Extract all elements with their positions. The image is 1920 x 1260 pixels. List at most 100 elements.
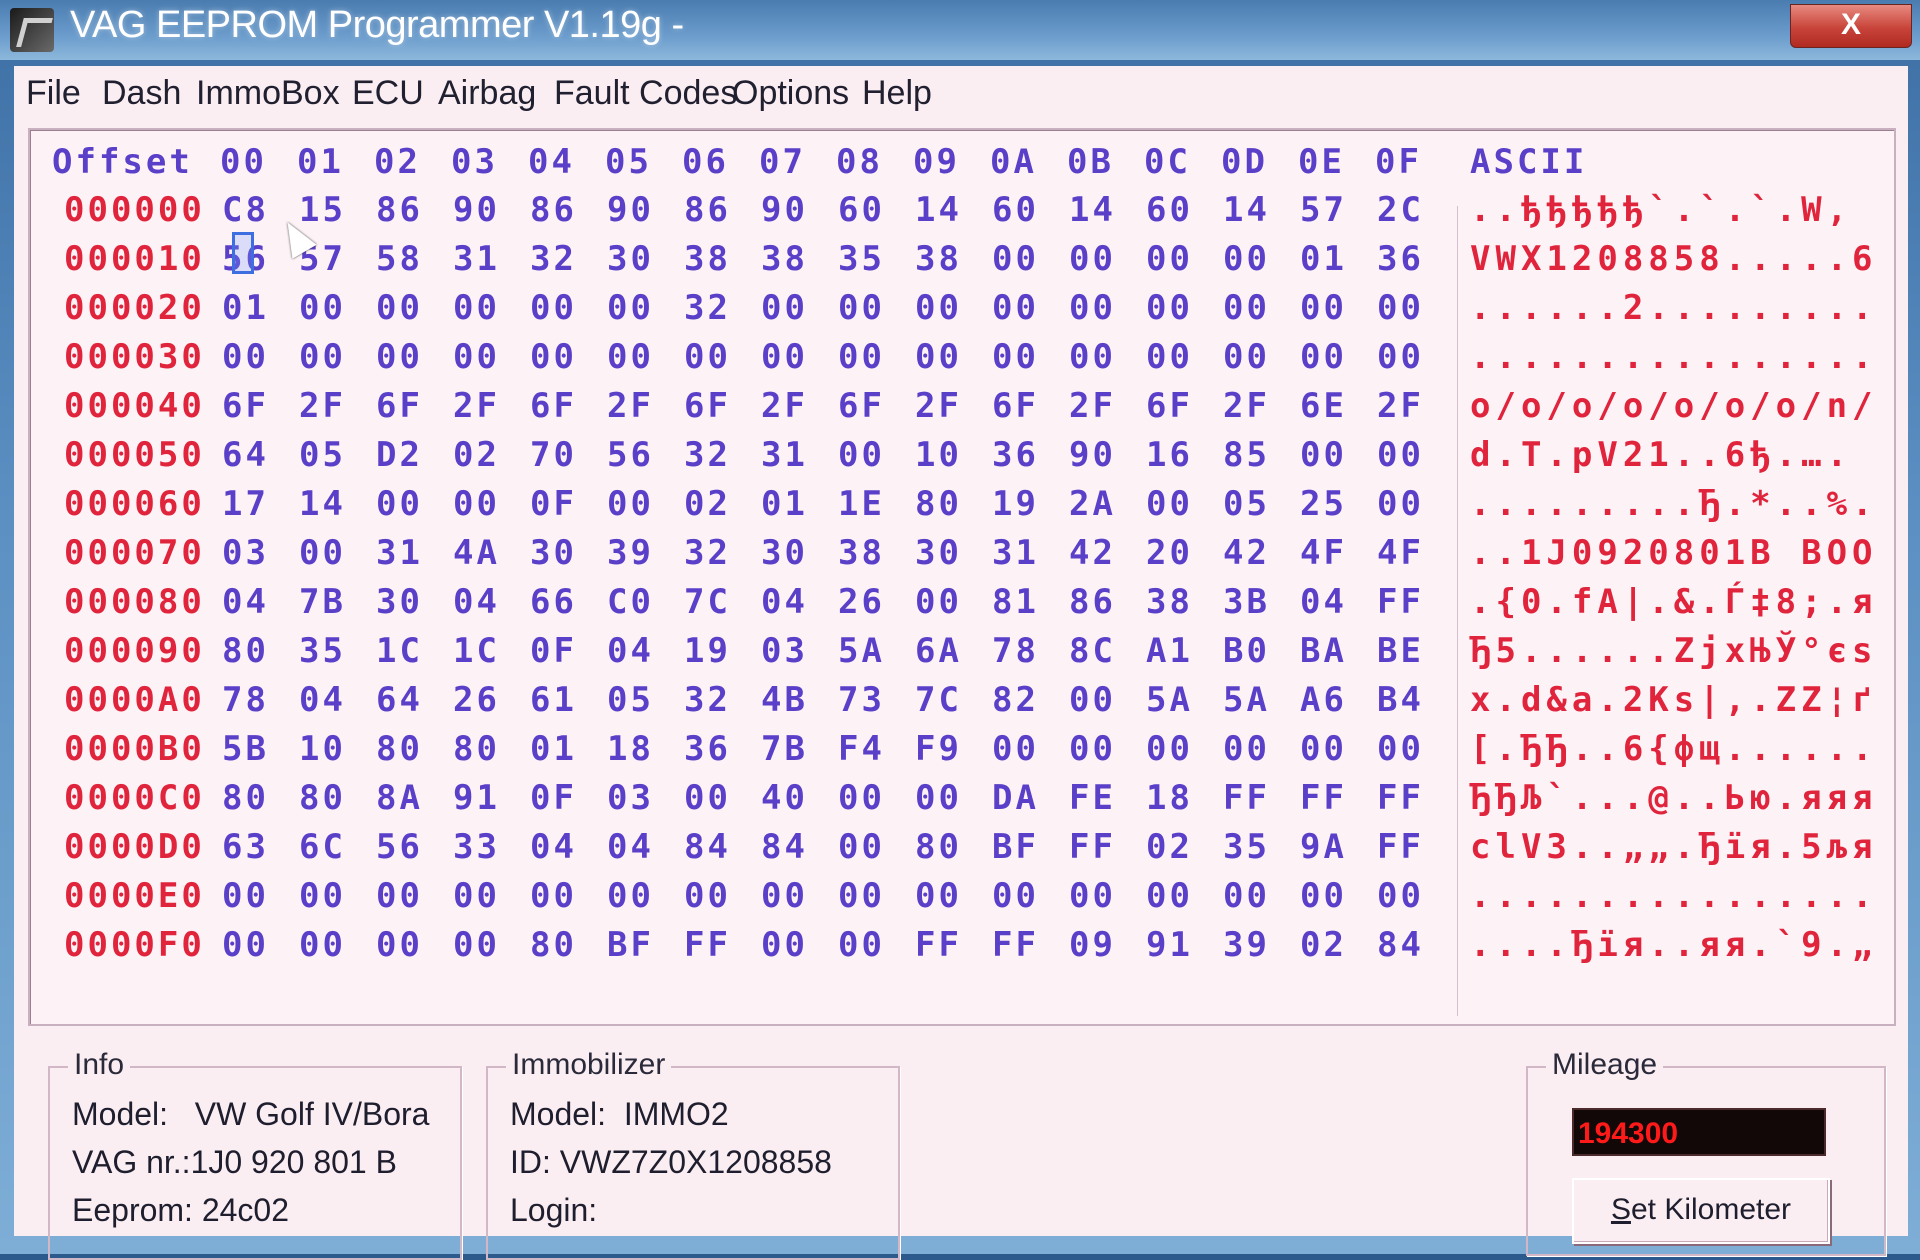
hex-byte[interactable]: 2F [1223, 386, 1270, 426]
hex-byte[interactable]: 16 [1146, 435, 1193, 475]
hex-byte[interactable]: 90 [761, 190, 808, 230]
hex-byte[interactable]: 2F [1069, 386, 1116, 426]
hex-byte[interactable]: 0F [530, 778, 577, 818]
hex-byte[interactable]: 04 [607, 827, 654, 867]
menu-options[interactable]: Options [732, 74, 849, 113]
hex-byte[interactable]: 31 [761, 435, 808, 475]
hex-byte[interactable]: FF [1377, 778, 1424, 818]
hex-byte[interactable]: 00 [376, 925, 423, 965]
hex-byte[interactable]: 38 [1146, 582, 1193, 622]
hex-byte[interactable]: 73 [838, 680, 885, 720]
hex-byte[interactable]: 01 [761, 484, 808, 524]
hex-byte[interactable]: 6E [1300, 386, 1347, 426]
hex-byte[interactable]: 00 [1146, 729, 1193, 769]
hex-byte[interactable]: 00 [530, 288, 577, 328]
hex-byte[interactable]: 80 [222, 778, 269, 818]
hex-byte[interactable]: 58 [376, 239, 423, 279]
hex-byte[interactable]: 14 [915, 190, 962, 230]
ascii-cell[interactable]: ......2......... [1470, 288, 1878, 328]
hex-byte[interactable]: 61 [530, 680, 577, 720]
hex-byte[interactable]: 00 [1069, 337, 1116, 377]
hex-byte[interactable]: 30 [376, 582, 423, 622]
ascii-cell[interactable]: clV3..„„.Ђїя.5љя [1470, 827, 1878, 867]
hex-byte[interactable]: 00 [607, 337, 654, 377]
hex-byte[interactable]: BE [1377, 631, 1424, 671]
hex-byte[interactable]: 1E [838, 484, 885, 524]
hex-byte[interactable]: 2F [453, 386, 500, 426]
hex-byte[interactable]: 2A [1069, 484, 1116, 524]
hex-byte[interactable]: 78 [222, 680, 269, 720]
hex-byte[interactable]: 38 [761, 239, 808, 279]
mileage-display[interactable]: 194300 [1572, 1108, 1826, 1156]
hex-byte[interactable]: 00 [838, 876, 885, 916]
hex-byte[interactable]: 20 [1146, 533, 1193, 573]
hex-byte[interactable]: 80 [915, 484, 962, 524]
hex-byte[interactable]: 42 [1069, 533, 1116, 573]
hex-byte[interactable]: 36 [684, 729, 731, 769]
hex-byte[interactable]: 84 [761, 827, 808, 867]
hex-byte[interactable]: 5B [222, 729, 269, 769]
menu-ecu[interactable]: ECU [352, 74, 424, 113]
hex-byte[interactable]: FF [992, 925, 1039, 965]
ascii-cell[interactable]: .........Ђ.*..%. [1470, 484, 1878, 524]
hex-byte[interactable]: 00 [607, 484, 654, 524]
hex-byte[interactable]: 6C [299, 827, 346, 867]
hex-byte[interactable]: 25 [1300, 484, 1347, 524]
hex-byte[interactable]: 00 [376, 337, 423, 377]
hex-byte[interactable]: 7B [761, 729, 808, 769]
hex-byte[interactable]: 38 [838, 533, 885, 573]
hex-byte[interactable]: 4A [453, 533, 500, 573]
hex-byte[interactable]: 00 [376, 288, 423, 328]
hex-byte[interactable]: 04 [530, 827, 577, 867]
hex-byte[interactable]: 38 [684, 239, 731, 279]
hex-byte[interactable]: 90 [453, 190, 500, 230]
hex-byte[interactable]: 26 [838, 582, 885, 622]
hex-byte[interactable]: 02 [1300, 925, 1347, 965]
hex-byte[interactable]: 30 [761, 533, 808, 573]
hex-byte[interactable]: 84 [1377, 925, 1424, 965]
hex-byte[interactable]: FF [1223, 778, 1270, 818]
hex-byte[interactable]: 00 [1146, 484, 1193, 524]
hex-byte[interactable]: 15 [299, 190, 346, 230]
menu-immobox[interactable]: ImmoBox [196, 74, 340, 113]
hex-byte[interactable]: 14 [1223, 190, 1270, 230]
hex-byte[interactable]: C8 [222, 190, 269, 230]
hex-byte[interactable]: 00 [453, 288, 500, 328]
hex-byte[interactable]: 30 [607, 239, 654, 279]
hex-byte[interactable]: 6F [530, 386, 577, 426]
hex-byte[interactable]: 01 [530, 729, 577, 769]
hex-byte[interactable]: 19 [684, 631, 731, 671]
hex-byte[interactable]: 03 [222, 533, 269, 573]
hex-byte[interactable]: 00 [530, 876, 577, 916]
hex-byte[interactable]: 80 [222, 631, 269, 671]
hex-byte[interactable]: D2 [376, 435, 423, 475]
hex-byte[interactable]: 4B [761, 680, 808, 720]
hex-byte[interactable]: 00 [1223, 337, 1270, 377]
hex-byte[interactable]: 80 [299, 778, 346, 818]
hex-byte[interactable]: 60 [1146, 190, 1193, 230]
hex-byte[interactable]: 00 [1300, 288, 1347, 328]
hex-byte[interactable]: 86 [1069, 582, 1116, 622]
hex-byte[interactable]: 00 [684, 876, 731, 916]
hex-byte[interactable]: 00 [453, 484, 500, 524]
hex-byte[interactable]: 2F [761, 386, 808, 426]
hex-byte[interactable]: 09 [1069, 925, 1116, 965]
hex-byte[interactable]: 26 [453, 680, 500, 720]
hex-byte[interactable]: 00 [838, 435, 885, 475]
hex-byte[interactable]: F4 [838, 729, 885, 769]
hex-byte[interactable]: 64 [376, 680, 423, 720]
hex-byte[interactable]: 19 [992, 484, 1039, 524]
hex-byte[interactable]: 03 [607, 778, 654, 818]
hex-byte[interactable]: 00 [915, 876, 962, 916]
hex-byte[interactable]: 00 [1377, 288, 1424, 328]
hex-byte[interactable]: 57 [1300, 190, 1347, 230]
hex-byte[interactable]: 2F [607, 386, 654, 426]
hex-byte[interactable]: 00 [761, 337, 808, 377]
hex-byte[interactable]: 00 [453, 925, 500, 965]
hex-byte[interactable]: 8A [376, 778, 423, 818]
close-button[interactable]: X [1790, 4, 1912, 48]
hex-byte[interactable]: 39 [607, 533, 654, 573]
hex-byte[interactable]: FF [684, 925, 731, 965]
hex-byte[interactable]: 17 [222, 484, 269, 524]
hex-byte[interactable]: 32 [684, 680, 731, 720]
